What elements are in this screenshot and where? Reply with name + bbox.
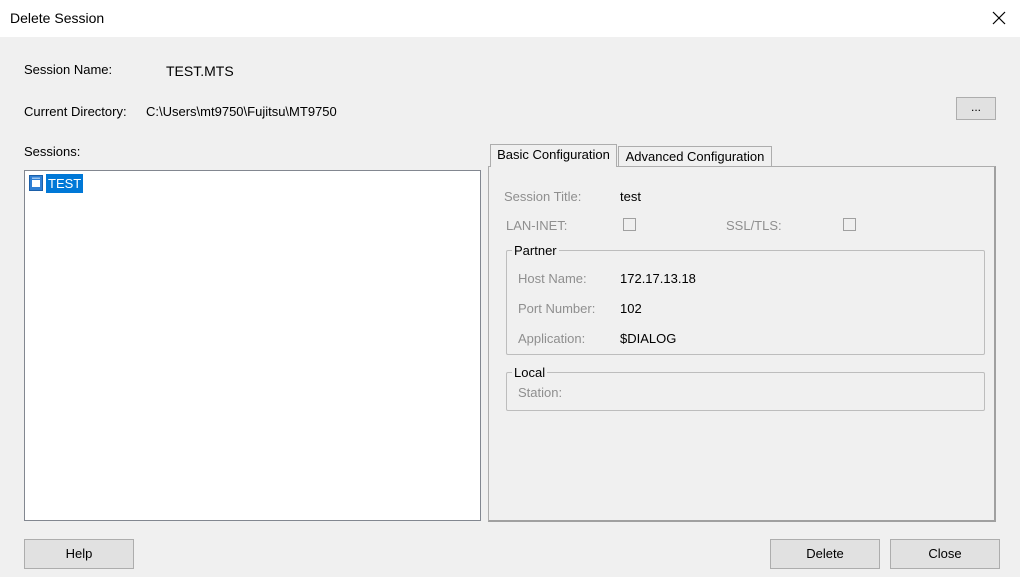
local-legend: Local xyxy=(512,365,548,380)
application-value: $DIALOG xyxy=(620,331,677,346)
tab-basic-configuration[interactable]: Basic Configuration xyxy=(490,144,617,167)
close-button[interactable]: Close xyxy=(890,539,1000,569)
sessions-label: Sessions: xyxy=(24,144,81,159)
port-number-value: 102 xyxy=(620,301,642,316)
local-group: Local xyxy=(506,365,985,411)
list-item[interactable]: TEST xyxy=(29,173,84,193)
ssl-tls-checkbox[interactable] xyxy=(843,218,856,231)
lan-inet-checkbox[interactable] xyxy=(623,218,636,231)
session-title-value: test xyxy=(620,189,641,204)
current-directory-value: C:\Users\mt9750\Fujitsu\MT9750 xyxy=(146,104,337,119)
partner-legend: Partner xyxy=(512,243,559,258)
session-label: TEST xyxy=(46,173,84,193)
station-label: Station: xyxy=(518,385,563,400)
ssl-tls-label: SSL/TLS: xyxy=(726,218,782,233)
application-label: Application: xyxy=(518,331,586,346)
host-name-label: Host Name: xyxy=(518,271,587,286)
session-name-label: Session Name: xyxy=(24,62,113,77)
current-directory-label: Current Directory: xyxy=(24,104,127,119)
window-title: Delete Session xyxy=(10,10,105,26)
browse-directory-button[interactable]: ... xyxy=(956,97,996,120)
title-bar: Delete Session xyxy=(0,0,1020,37)
host-name-value: 172.17.13.18 xyxy=(620,271,696,286)
port-number-label: Port Number: xyxy=(518,301,596,316)
help-button[interactable]: Help xyxy=(24,539,134,569)
sessions-list[interactable]: TEST xyxy=(24,170,481,521)
close-icon[interactable] xyxy=(991,10,1007,26)
delete-button[interactable]: Delete xyxy=(770,539,880,569)
lan-inet-label: LAN-INET: xyxy=(506,218,568,233)
session-name-value: TEST.MTS xyxy=(166,63,234,79)
tab-advanced-configuration[interactable]: Advanced Configuration xyxy=(618,146,772,167)
session-file-icon xyxy=(29,175,43,191)
session-title-label: Session Title: xyxy=(504,189,582,204)
